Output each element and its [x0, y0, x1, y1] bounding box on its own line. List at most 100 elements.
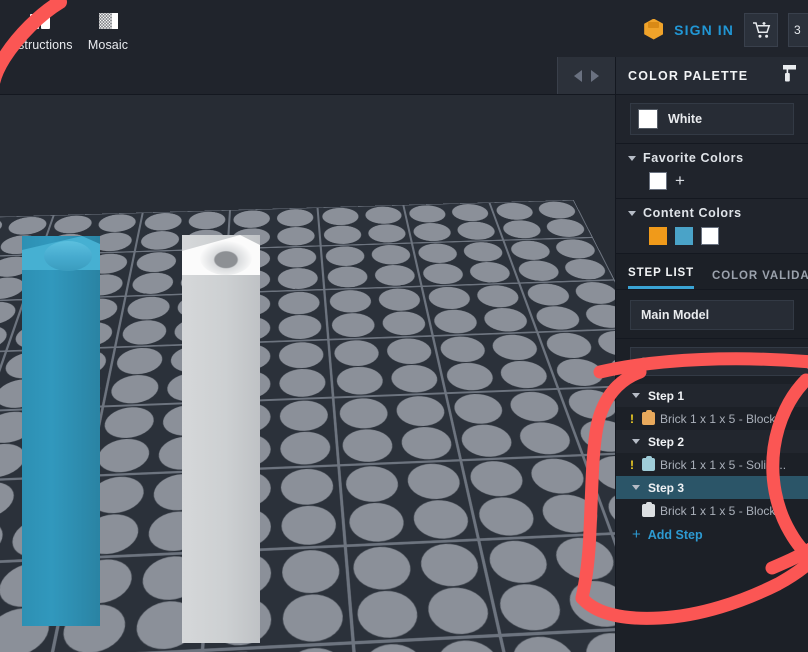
step-row-3[interactable]: Step 3: [616, 476, 808, 499]
plate-cell[interactable]: [323, 286, 433, 340]
favorite-colors-header[interactable]: Favorite Colors: [616, 151, 808, 165]
favorite-colors-group: Favorite Colors +: [616, 144, 808, 199]
plate-cell[interactable]: [421, 283, 537, 336]
paint-roller-icon[interactable]: [779, 64, 796, 87]
content-colors-header[interactable]: Content Colors: [616, 206, 808, 220]
nav-label-instructions: Instructions: [7, 38, 73, 52]
add-favorite-color-button[interactable]: +: [675, 172, 685, 189]
stud: [542, 331, 596, 359]
stud: [125, 295, 172, 321]
stud: [575, 419, 615, 453]
step-row-1[interactable]: Step 1: [616, 384, 808, 407]
part-row-1[interactable]: ! Brick 1 x 1 x 5 - Block...: [616, 407, 808, 430]
stud: [94, 438, 152, 474]
stud: [276, 208, 315, 227]
top-bar-actions: SIGN IN 3: [644, 0, 808, 57]
nav-item-instructions[interactable]: Instructions: [6, 6, 74, 52]
search-icon[interactable]: [795, 355, 808, 369]
chevron-down-icon[interactable]: [632, 485, 640, 490]
stud: [376, 287, 422, 312]
stud: [380, 310, 428, 337]
stud: [508, 634, 584, 652]
nav-item-mosaic[interactable]: Mosaic: [74, 6, 142, 52]
stud: [108, 374, 161, 405]
chevron-down-icon[interactable]: [632, 393, 640, 398]
previous-arrow-icon[interactable]: [574, 69, 582, 82]
plate-cell[interactable]: [488, 199, 593, 241]
plate-cell[interactable]: [502, 237, 615, 284]
current-color-row[interactable]: White: [630, 103, 794, 135]
hex-brand-icon: [644, 18, 664, 41]
chevron-down-icon[interactable]: [632, 439, 640, 444]
plate-cell[interactable]: [320, 243, 422, 290]
stud: [363, 206, 403, 225]
plate-cell[interactable]: [411, 240, 519, 287]
stud: [571, 281, 615, 305]
blue-brick[interactable]: [22, 236, 100, 626]
step-list: Step 1 ! Brick 1 x 1 x 5 - Block... Step…: [616, 384, 808, 548]
sign-in-button[interactable]: SIGN IN: [674, 22, 734, 38]
stud: [279, 368, 327, 398]
stud: [467, 459, 528, 498]
stud: [283, 646, 350, 652]
plate-cell[interactable]: [344, 539, 501, 643]
brick-icon-white: [642, 501, 655, 517]
svg-text:3: 3: [794, 23, 801, 37]
favorite-colors-title: Favorite Colors: [643, 151, 744, 165]
plate-cell[interactable]: [432, 332, 558, 394]
stud: [560, 258, 610, 281]
content-swatch-blue[interactable]: [675, 227, 693, 245]
stud: [438, 335, 489, 363]
three-d-scene[interactable]: [0, 95, 615, 652]
plate-cell[interactable]: [337, 460, 479, 546]
model-selector[interactable]: Main Model: [630, 300, 794, 330]
stud: [321, 207, 360, 226]
stud: [564, 579, 615, 629]
stud: [449, 203, 492, 222]
part-row-3[interactable]: ! Brick 1 x 1 x 5 - Block...: [616, 499, 808, 522]
shopping-cart-icon[interactable]: [744, 12, 778, 47]
white-brick[interactable]: [182, 235, 260, 643]
stud: [523, 282, 574, 307]
plate-cell[interactable]: [518, 279, 615, 333]
chevron-down-icon: [628, 210, 636, 216]
stud: [506, 390, 564, 423]
step-row-2[interactable]: Step 2: [616, 430, 808, 453]
part-row-2[interactable]: ! Brick 1 x 1 x 5 - Solid ...: [616, 453, 808, 476]
tab-step-list[interactable]: STEP LIST: [628, 267, 695, 289]
stud: [324, 245, 366, 267]
stud: [474, 284, 523, 308]
content-swatch-orange[interactable]: [649, 227, 667, 245]
stud: [416, 242, 460, 264]
search-input-wrapper[interactable]: [630, 347, 808, 376]
add-step-button[interactable]: + Add Step: [616, 522, 808, 548]
stud: [485, 539, 553, 584]
content-colors-title: Content Colors: [643, 206, 742, 220]
stud: [461, 241, 506, 262]
stud: [369, 244, 412, 265]
stud: [360, 642, 429, 652]
chevron-down-icon: [628, 155, 636, 161]
next-arrow-icon[interactable]: [591, 69, 599, 82]
plate-cell[interactable]: [478, 533, 615, 636]
stud: [0, 519, 9, 562]
current-color-swatch[interactable]: [638, 109, 658, 129]
viewport-toolbar: [0, 57, 615, 95]
plate-cell[interactable]: [327, 335, 446, 398]
tab-color-validation[interactable]: COLOR VALIDAT: [712, 270, 808, 289]
plate-cell[interactable]: [317, 204, 412, 246]
plate-cell[interactable]: [403, 202, 503, 244]
plate-cell[interactable]: [332, 393, 461, 466]
content-colors-swatches: [616, 220, 808, 245]
content-colors-group: Content Colors: [616, 199, 808, 254]
add-step-label: Add Step: [647, 528, 703, 542]
search-input[interactable]: [640, 354, 795, 369]
stud: [0, 480, 20, 520]
stud: [384, 337, 434, 365]
stud: [120, 319, 168, 346]
favorite-swatch-white[interactable]: [649, 172, 667, 190]
overflow-menu-button[interactable]: 3: [788, 12, 808, 47]
content-swatch-white[interactable]: [701, 227, 719, 245]
stud: [411, 222, 454, 242]
warning-icon: !: [630, 457, 634, 472]
